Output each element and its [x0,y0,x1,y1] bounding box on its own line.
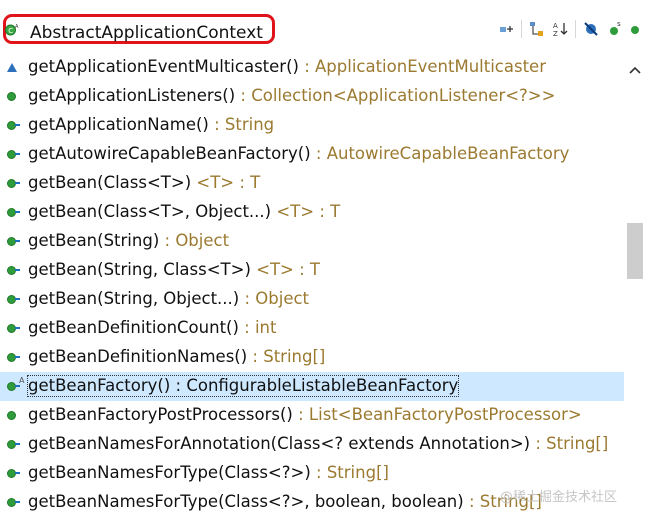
scrollbar-thumb[interactable] [627,223,643,279]
member-signature: getBean(Class<T>, Object...) <T> : T [28,202,340,222]
toolbar-separator [521,20,522,38]
hide-nonpublic-icon[interactable]: s [604,18,626,40]
abstract-marker-icon: A [19,376,25,385]
member-name: getAutowireCapableBeanFactory() [28,144,311,163]
member-name: getBeanNamesForAnnotation(Class<? extend… [28,434,531,453]
member-return-type: <T> : T [250,260,320,279]
member-row[interactable]: getBean(String, Object...) : Object [0,285,624,314]
public-override-method-icon [6,149,20,161]
member-return-type: : Object [159,231,230,250]
member-name: getBeanDefinitionNames() [28,347,248,366]
member-name: getBean(String, Object...) [28,289,240,308]
member-return-type: : Collection<ApplicationListener<?>> [235,86,556,105]
public-method-icon [6,91,18,103]
watermark: @稀土掘金技术社区 [500,490,618,505]
public-override-method-icon [6,439,20,451]
svg-text:A: A [553,22,558,30]
member-row[interactable]: getBeanNamesForType(Class<?>) : String[] [0,459,624,488]
member-name: getBeanNamesForType(Class<?>, boolean, b… [28,492,464,511]
public-override-method-icon [6,352,20,364]
hide-static-icon[interactable] [580,18,602,40]
member-signature: getBean(String) : Object [28,231,229,251]
member-signature: getAutowireCapableBeanFactory() : Autowi… [28,144,569,164]
member-row[interactable]: getBeanNamesForAnnotation(Class<? extend… [0,430,624,459]
member-return-type: : String[] [530,434,609,453]
public-override-method-icon [6,381,20,393]
member-return-type: : int [238,318,277,337]
member-name: getBean(String, Class<T>) [28,260,251,279]
member-row[interactable]: getAutowireCapableBeanFactory() : Autowi… [0,140,624,169]
member-name: getBeanNamesForType(Class<?>) [28,463,311,482]
member-signature: getBeanFactory() : ConfigurableListableB… [26,375,460,397]
class-green-icon: C A [5,22,19,36]
member-signature: getBeanNamesForType(Class<?>) : String[] [28,463,389,483]
member-signature: getApplicationListeners() : Collection<A… [28,86,555,106]
member-signature: getBean(String, Class<T>) <T> : T [28,260,320,280]
public-method-icon [6,410,18,422]
member-return-type: : Object [239,289,310,308]
svg-text:s: s [617,20,621,28]
member-signature: getBeanNamesForAnnotation(Class<? extend… [28,434,608,454]
member-return-type: : String [208,115,275,134]
member-row[interactable]: AgetBeanFactory() : ConfigurableListable… [0,372,624,401]
scroll-up-arrow-icon[interactable] [628,61,642,74]
public-override-method-icon [6,236,20,248]
protected-method-icon [6,62,18,74]
public-override-method-icon [6,497,20,509]
member-name: getBeanFactoryPostProcessors() [28,405,293,424]
member-signature: getBean(String, Object...) : Object [28,289,309,309]
member-name: getBeanFactory() : ConfigurableListableB… [28,376,459,395]
public-override-method-icon [6,120,20,132]
member-return-type: : AutowireCapableBeanFactory [310,144,570,163]
member-name: getBeanDefinitionCount() [28,318,239,337]
member-return-type: <T> : T [191,173,261,192]
member-signature: getApplicationEventMulticaster() : Appli… [28,57,546,77]
public-override-method-icon [6,178,20,190]
member-return-type: : String[] [310,463,389,482]
hide-fields-icon[interactable] [526,18,548,40]
vertical-scrollbar[interactable] [624,53,645,511]
member-name: getBean(String) [28,231,160,250]
svg-text:Z: Z [553,30,558,38]
public-override-method-icon [6,265,20,277]
member-row[interactable]: getApplicationName() : String [0,111,624,140]
member-name: getApplicationEventMulticaster() [28,57,299,76]
member-name: getBean(Class<T>) [28,173,192,192]
class-title: AbstractApplicationContext [30,23,263,43]
public-override-method-icon [6,294,20,306]
member-row[interactable]: getApplicationListeners() : Collection<A… [0,82,624,111]
member-signature: getBeanNamesForType(Class<?>, boolean, b… [28,492,542,511]
member-row[interactable]: getBean(Class<T>, Object...) <T> : T [0,198,624,227]
member-return-type: : List<BeanFactoryPostProcessor> [292,405,582,424]
more-icon[interactable] [624,18,645,40]
member-signature: getBeanDefinitionNames() : String[] [28,347,325,367]
svg-text:C: C [8,27,13,35]
member-return-type: : String[] [247,347,326,366]
sort-icon[interactable]: AZ [550,18,572,40]
member-signature: getBean(Class<T>) <T> : T [28,173,260,193]
member-signature: getBeanFactoryPostProcessors() : List<Be… [28,405,582,425]
member-name: getApplicationListeners() [28,86,236,105]
outline-header: C A AbstractApplicationContext AZ s [0,0,645,50]
member-row[interactable]: getBeanDefinitionNames() : String[] [0,343,624,372]
svg-text:A: A [15,24,19,30]
expand-members-icon[interactable] [496,18,518,40]
member-row[interactable]: getBeanFactoryPostProcessors() : List<Be… [0,401,624,430]
member-row[interactable]: getBeanDefinitionCount() : int [0,314,624,343]
member-name: getBean(Class<T>, Object...) [28,202,272,221]
member-row[interactable]: getBean(Class<T>) <T> : T [0,169,624,198]
member-signature: getBeanDefinitionCount() : int [28,318,276,338]
member-return-type: <T> : T [271,202,341,221]
member-row[interactable]: getBean(String, Class<T>) <T> : T [0,256,624,285]
member-name: getApplicationName() [28,115,209,134]
member-return-type: : ApplicationEventMulticaster [298,57,546,76]
toolbar-separator [575,20,576,38]
outline-member-list: getApplicationEventMulticaster() : Appli… [0,53,624,511]
member-signature: getApplicationName() : String [28,115,274,135]
member-row[interactable]: getApplicationEventMulticaster() : Appli… [0,53,624,82]
public-override-method-icon [6,207,20,219]
public-override-method-icon [6,468,20,480]
member-row[interactable]: getBean(String) : Object [0,227,624,256]
public-override-method-icon [6,323,20,335]
